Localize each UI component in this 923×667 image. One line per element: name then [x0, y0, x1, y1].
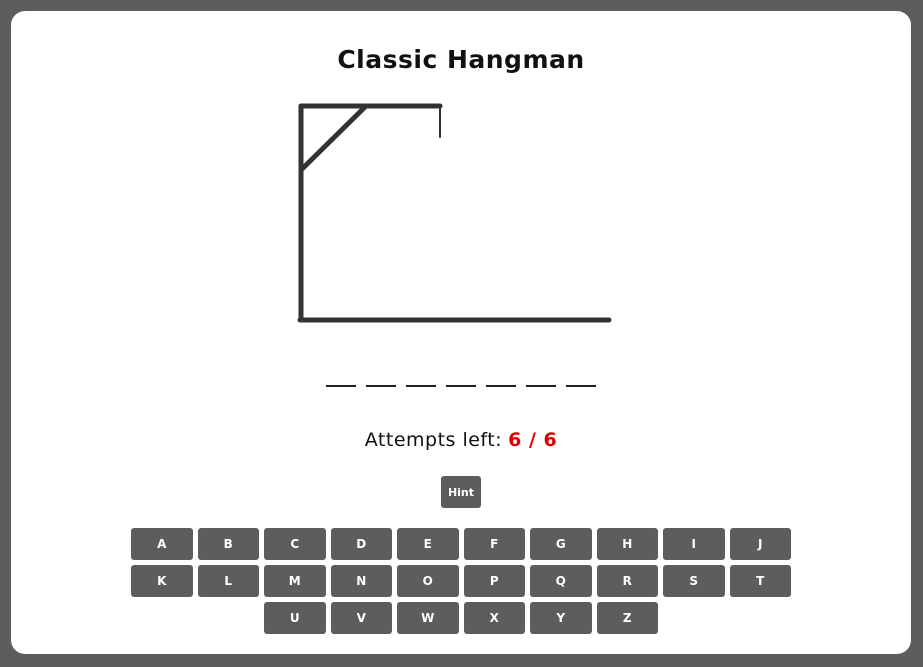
attempts-status: Attempts left: 6 / 6 — [11, 429, 911, 451]
attempts-count: 6 / 6 — [508, 429, 558, 451]
letter-slot — [566, 365, 596, 387]
word-display — [11, 365, 911, 387]
keyboard-row-1: A B C D E F G H I J — [11, 528, 911, 560]
keyboard-row-2: K L M N O P Q R S T — [11, 565, 911, 597]
key-n[interactable]: N — [330, 565, 392, 597]
attempts-label: Attempts left: — [364, 429, 503, 451]
letter-keyboard: A B C D E F G H I J K L M N O P Q R S T … — [11, 528, 911, 639]
key-u[interactable]: U — [264, 602, 326, 634]
key-c[interactable]: C — [264, 528, 326, 560]
game-card: Classic Hangman Attempts left: 6 / 6 Hint… — [11, 11, 911, 654]
key-r[interactable]: R — [596, 565, 658, 597]
key-k[interactable]: K — [131, 565, 193, 597]
key-g[interactable]: G — [530, 528, 592, 560]
key-h[interactable]: H — [596, 528, 658, 560]
letter-slot — [526, 365, 556, 387]
key-d[interactable]: D — [330, 528, 392, 560]
key-f[interactable]: F — [463, 528, 525, 560]
letter-slot — [486, 365, 516, 387]
key-y[interactable]: Y — [530, 602, 592, 634]
key-a[interactable]: A — [131, 528, 193, 560]
key-w[interactable]: W — [397, 602, 459, 634]
gallows-drawing — [297, 103, 612, 323]
key-i[interactable]: I — [663, 528, 725, 560]
key-l[interactable]: L — [197, 565, 259, 597]
letter-slot — [446, 365, 476, 387]
key-z[interactable]: Z — [596, 602, 658, 634]
hint-button[interactable]: Hint — [441, 476, 481, 508]
letter-slot — [366, 365, 396, 387]
key-x[interactable]: X — [463, 602, 525, 634]
key-t[interactable]: T — [729, 565, 791, 597]
gallows-brace — [298, 103, 369, 173]
key-o[interactable]: O — [397, 565, 459, 597]
key-b[interactable]: B — [197, 528, 259, 560]
key-p[interactable]: P — [463, 565, 525, 597]
key-m[interactable]: M — [264, 565, 326, 597]
key-v[interactable]: V — [330, 602, 392, 634]
letter-slot — [406, 365, 436, 387]
letter-slot — [326, 365, 356, 387]
key-s[interactable]: S — [663, 565, 725, 597]
keyboard-row-3: U V W X Y Z — [11, 602, 911, 634]
key-q[interactable]: Q — [530, 565, 592, 597]
key-j[interactable]: J — [729, 528, 791, 560]
key-e[interactable]: E — [397, 528, 459, 560]
